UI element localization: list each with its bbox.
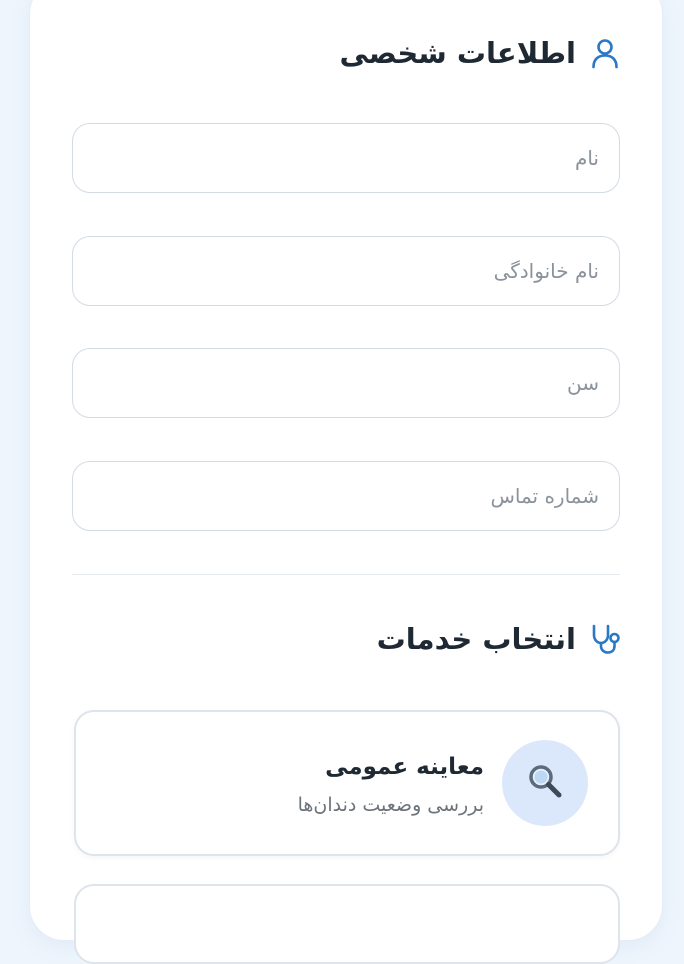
- user-icon: [590, 37, 620, 69]
- phone-input[interactable]: [93, 484, 599, 508]
- first-name-field[interactable]: [72, 123, 620, 193]
- services-header: انتخاب خدمات: [377, 622, 620, 656]
- personal-info-header: اطلاعات شخصی: [339, 36, 620, 70]
- age-field[interactable]: [72, 348, 620, 418]
- form-card: اطلاعات شخصی انتخاب خدمات: [30, 0, 662, 964]
- stethoscope-icon: [590, 623, 620, 655]
- age-input[interactable]: [93, 371, 599, 395]
- service-description: بررسی وضعیت دندان‌ها: [297, 794, 484, 816]
- last-name-input[interactable]: [93, 259, 599, 283]
- magnifier-icon: [525, 761, 565, 805]
- service-icon-circle: [502, 740, 588, 826]
- phone-field[interactable]: [72, 461, 620, 531]
- last-name-field[interactable]: [72, 236, 620, 306]
- first-name-input[interactable]: [93, 146, 599, 170]
- service-card-general-exam[interactable]: معاینه عمومی بررسی وضعیت دندان‌ها: [74, 710, 620, 856]
- section-divider: [72, 574, 620, 575]
- services-title: انتخاب خدمات: [376, 622, 576, 656]
- service-name: معاینه عمومی: [325, 754, 484, 780]
- personal-info-title: اطلاعات شخصی: [339, 36, 576, 70]
- service-card-next[interactable]: [74, 884, 620, 964]
